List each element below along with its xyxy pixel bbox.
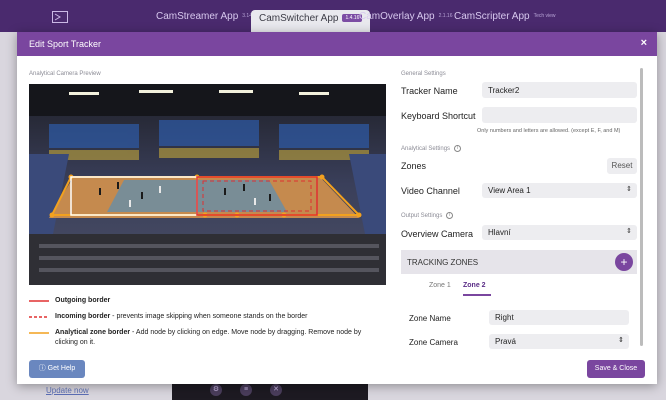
outgoing-border-swatch — [29, 300, 49, 302]
info-icon[interactable]: i — [454, 145, 462, 152]
zone-camera-select[interactable]: Pravá ⇕ — [489, 334, 629, 349]
help-icon: ⓘ — [38, 365, 48, 372]
update-now-link[interactable]: Update now — [46, 386, 89, 395]
app-bar: CamStreamer App3.14.14 CamSwitcher App1.… — [0, 0, 666, 32]
reset-button[interactable]: Reset — [607, 158, 637, 174]
video-channel-select[interactable]: View Area 1 ⇕ — [482, 183, 637, 198]
close-icon[interactable]: × — [641, 37, 647, 49]
incoming-border-swatch — [29, 316, 49, 318]
tab-camscripter[interactable]: CamScripter App Tech view — [454, 11, 556, 31]
legend-analytical: Analytical zone border - Add node by cli… — [55, 329, 362, 346]
general-settings-label: General Settings — [401, 71, 446, 77]
modal-header: Edit Sport Tracker × — [17, 32, 657, 56]
tracking-zones-header: TRACKING ZONES + — [401, 250, 637, 274]
add-zone-button[interactable]: + — [615, 253, 633, 271]
sliders-icon[interactable]: ≡ — [240, 384, 252, 396]
tab-zone-2[interactable]: Zone 2 — [463, 282, 486, 289]
tracking-zones-title: TRACKING ZONES — [407, 258, 479, 267]
keyboard-hint: Only numbers and letters are allowed. (e… — [477, 128, 621, 134]
save-close-button[interactable]: Save & Close — [587, 360, 645, 378]
legend-outgoing: Outgoing border — [55, 297, 111, 304]
zones-label: Zones — [401, 161, 427, 171]
analytical-border-swatch — [29, 332, 49, 334]
app-menu-icon[interactable] — [52, 10, 68, 23]
keyboard-shortcut-input[interactable] — [482, 107, 637, 123]
preview-label: Analytical Camera Preview — [29, 71, 101, 77]
output-settings-label: Output Settings i — [401, 212, 454, 219]
zone-camera-label: Zone Camera — [409, 338, 458, 347]
zone-name-label: Zone Name — [409, 314, 451, 323]
select-caret-icon: ⇕ — [626, 186, 632, 193]
scrollbar[interactable] — [640, 68, 643, 346]
legend-incoming: Incoming border - prevents image skippin… — [55, 313, 308, 320]
settings-icon[interactable]: ⚙ — [210, 384, 222, 396]
camera-preview[interactable] — [29, 84, 386, 285]
edit-sport-tracker-modal: Edit Sport Tracker × Analytical Camera P… — [17, 32, 657, 384]
tab-camswitcher[interactable]: CamSwitcher App 1.4.16 — [251, 10, 371, 32]
video-channel-label: Video Channel — [401, 186, 460, 196]
mute-icon[interactable]: ✕ — [270, 384, 282, 396]
tab-camoverlay[interactable]: CamOverlay App 2.1.16 — [359, 11, 453, 31]
modal-title: Edit Sport Tracker — [29, 39, 102, 49]
get-help-button[interactable]: ⓘ Get Help — [29, 360, 85, 378]
select-caret-icon: ⇕ — [626, 228, 632, 235]
overview-camera-select[interactable]: Hlavní ⇕ — [482, 225, 637, 240]
tab-camstreamer[interactable]: CamStreamer App3.14.14 — [156, 11, 259, 31]
zone-name-input[interactable]: Right — [489, 310, 629, 325]
tracker-name-input[interactable]: Tracker2 — [482, 82, 637, 98]
tab-zone-1[interactable]: Zone 1 — [429, 282, 451, 289]
select-caret-icon: ⇕ — [618, 337, 624, 344]
analytical-settings-label: Analytical Settings i — [401, 145, 462, 152]
active-tab-indicator — [463, 294, 491, 296]
tracker-name-label: Tracker Name — [401, 86, 458, 96]
overview-camera-label: Overview Camera — [401, 229, 474, 239]
keyboard-shortcut-label: Keyboard Shortcut — [401, 111, 476, 121]
info-icon[interactable]: i — [446, 212, 454, 219]
